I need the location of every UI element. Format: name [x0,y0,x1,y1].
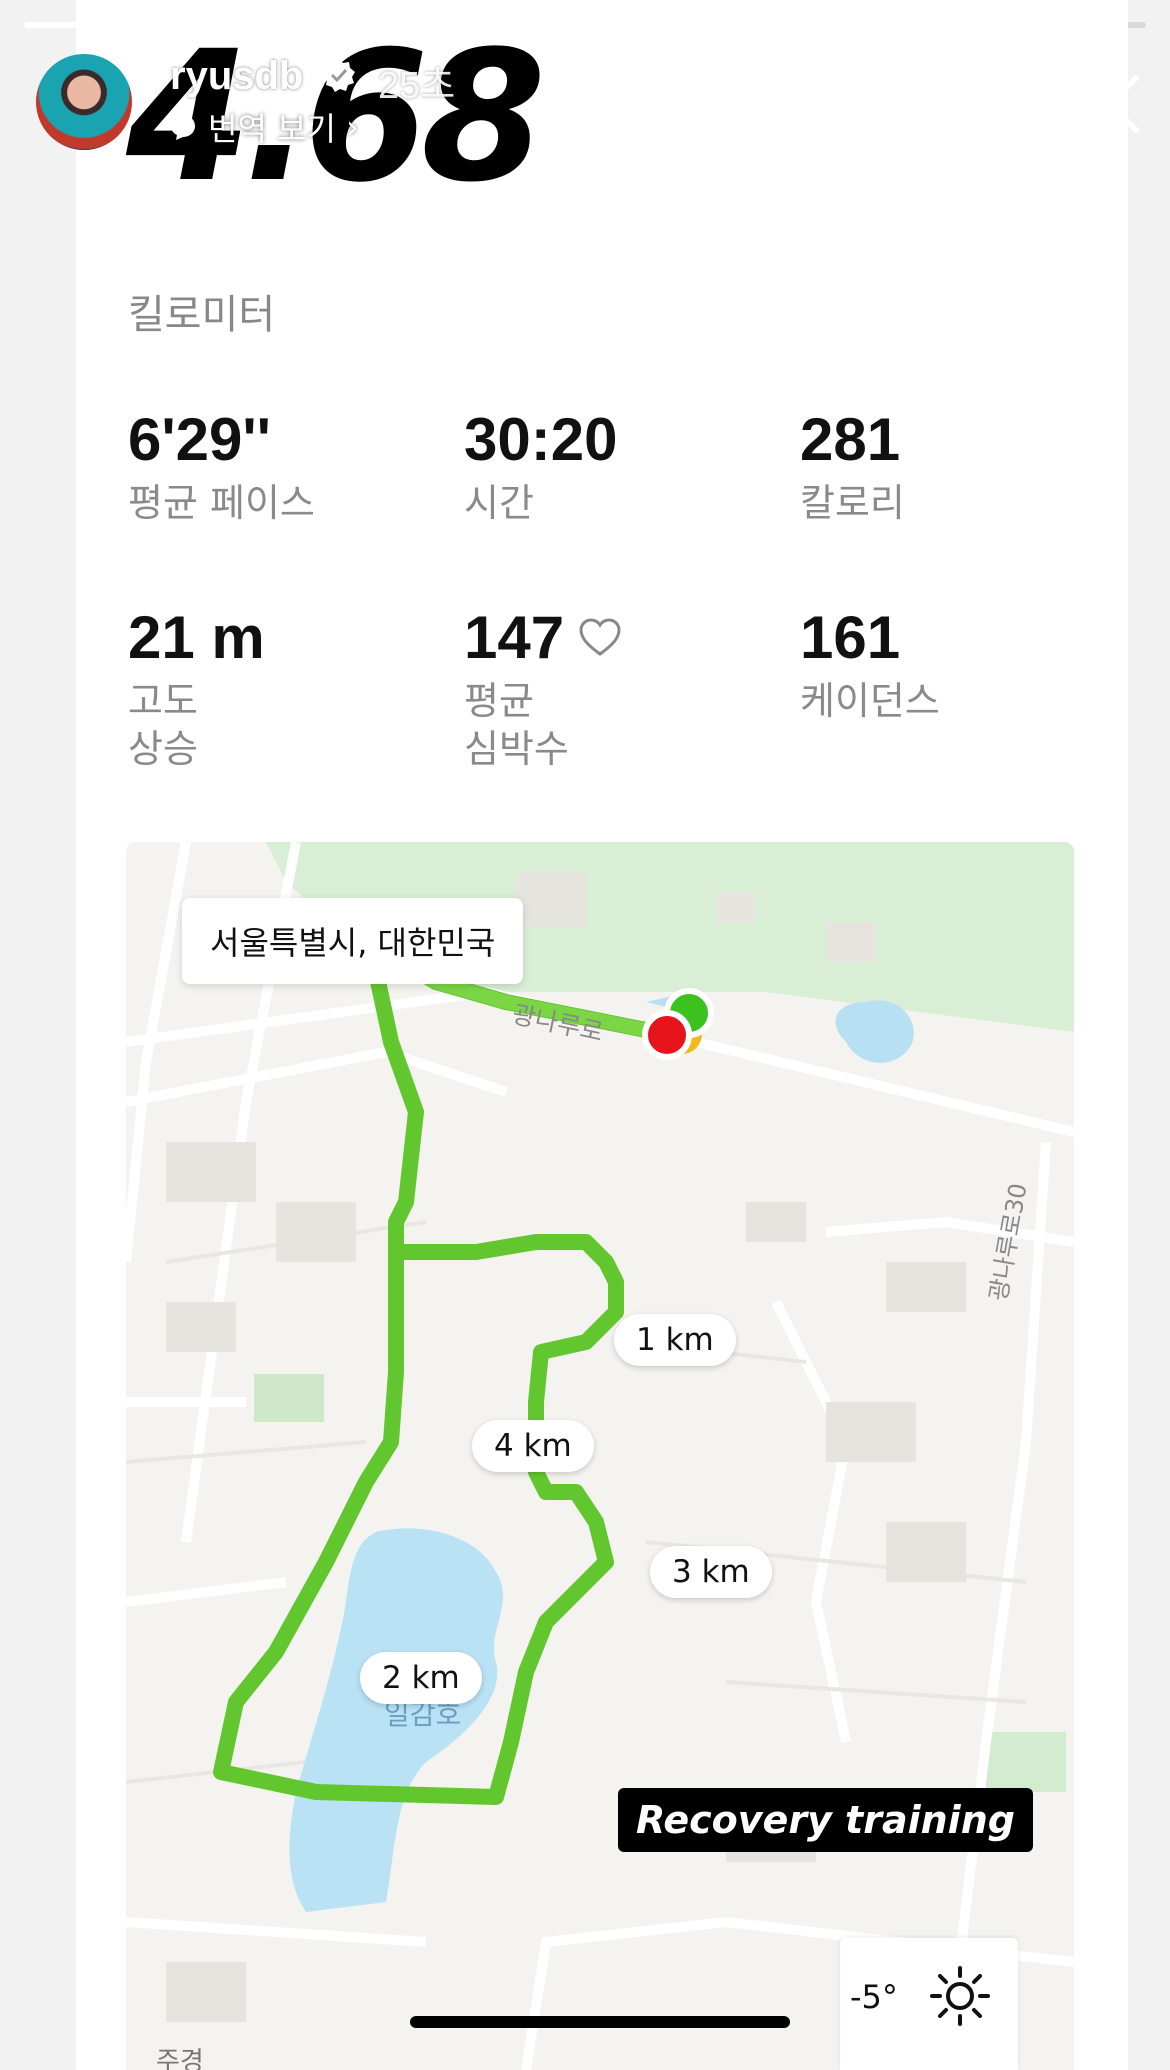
stat-cadence: 161 케이던스 [800,608,1060,726]
username[interactable]: ryusdb [170,54,303,99]
stat-label: 케이던스 [800,679,940,723]
stat-heart-rate: 147 평균 심박수 [464,608,724,773]
temperature: -5° [850,1978,898,2016]
stat-label: 평균 심박수 [464,679,569,771]
translate-link[interactable]: 번역 보기 › [168,104,359,150]
distance-unit: 킬로미터 [128,292,276,338]
more-options-icon[interactable] [964,82,1020,102]
avatar[interactable] [36,54,132,150]
home-indicator[interactable] [410,2016,790,2028]
green-patch [254,1374,324,1422]
stat-value: 147 [464,604,565,671]
km-marker-4: 4 km [472,1420,594,1472]
chevron-right-icon: › [345,108,359,146]
stat-time: 30:20 시간 [464,410,724,528]
stat-label: 평균 페이스 [128,481,315,525]
stat-value: 281 [800,406,901,473]
story-timestamp: 25초 [378,65,456,107]
stat-value: 161 [800,604,901,671]
translate-label: 번역 보기 [208,110,336,148]
road-label-2: 광나루로30 [984,1181,1032,1303]
verified-badge-icon [323,59,355,92]
stat-avg-pace: 6'29'' 평균 페이스 [128,410,388,528]
km-marker-2: 2 km [360,1652,482,1704]
stat-elevation: 21 m 고도 상승 [128,608,388,773]
stat-label: 칼로리 [800,481,905,525]
heart-icon [579,618,621,656]
speech-bubble-icon [171,115,195,140]
km-marker-3: 3 km [650,1546,772,1598]
green-patch [986,1732,1066,1792]
sun-icon [930,1966,990,2026]
recovery-training-tag: Recovery training [618,1788,1033,1852]
stat-value: 21 m [128,604,265,671]
stat-value: 30:20 [464,406,618,473]
route-map[interactable]: 광나루로 광나루로30 일감호 주경 [126,842,1074,2070]
close-icon[interactable] [1078,72,1142,136]
end-pin [642,1010,692,1060]
map-canvas: 광나루로 광나루로30 일감호 주경 [126,842,1074,2070]
km-marker-1: 1 km [614,1314,736,1366]
stat-value: 6'29'' [128,406,271,473]
stat-calories: 281 칼로리 [800,410,1060,528]
bottom-label: 주경 [156,2047,204,2070]
location-badge: 서울특별시, 대한민국 [182,898,524,984]
stat-label: 시간 [464,481,534,525]
pond [835,1000,914,1063]
stat-label: 고도 상승 [128,679,198,771]
